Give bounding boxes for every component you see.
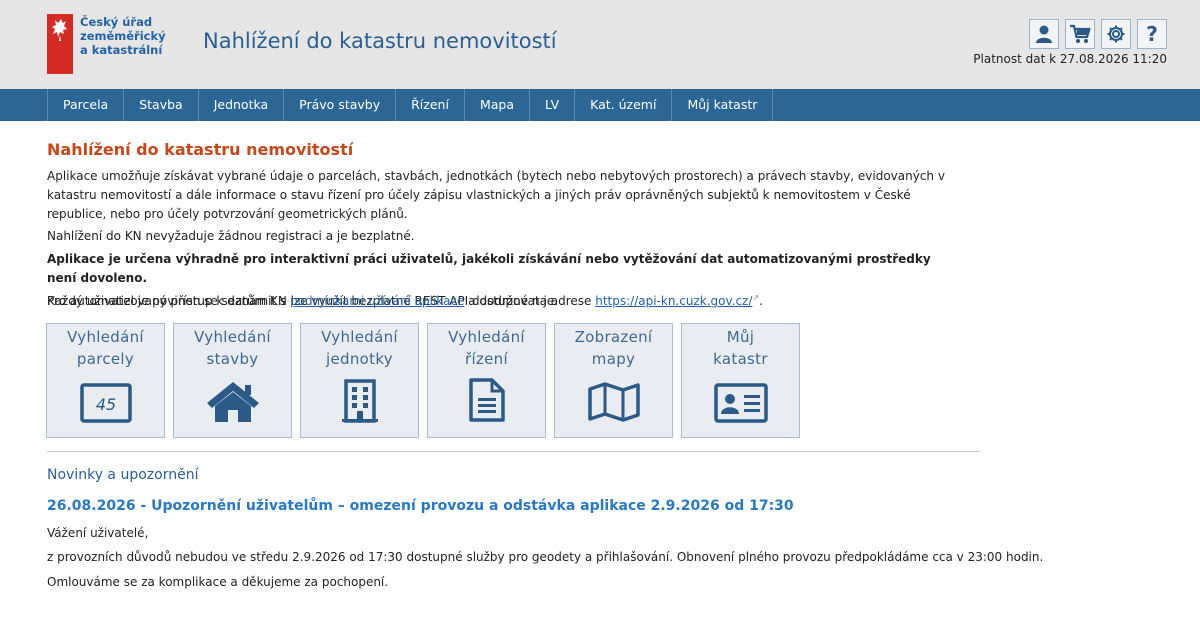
tile-search-parcel[interactable]: Vyhledání parcely 45 [46,323,165,438]
nav-mapa[interactable]: Mapa [465,89,530,121]
data-validity: Platnost dat k 27.08.2026 11:20 [973,52,1167,66]
news-heading: Novinky a upozornění [47,467,199,483]
nav-muj-katastr[interactable]: Můj katastr [672,89,774,121]
gear-icon [1107,25,1125,43]
quick-tiles: Vyhledání parcely 45 Vyhledání stavby Vy… [46,323,800,438]
news-greeting: Vážení uživatelé, [47,526,149,540]
parcel-number-icon: 45 [47,383,164,423]
settings-button[interactable] [1101,19,1131,49]
help-button[interactable]: ? [1137,19,1167,49]
tile-label-line1: Zobrazení [574,328,653,346]
org-name[interactable]: Český úřad zeměměřický a katastrální [80,15,166,57]
tile-label-line2: mapy [591,350,636,368]
parcel-badge: 45 [95,395,115,414]
tile-label-line2: stavby [206,350,259,368]
tile-label-line1: Vyhledání [321,328,398,346]
header-toolbar: ? [1029,19,1167,49]
nav-kat-uzemi[interactable]: Kat. území [575,89,673,121]
terms-prefix: Každý uživatel je povinen se seznámit s [47,294,291,308]
app-title[interactable]: Nahlížení do katastru nemovitostí [203,29,557,53]
cart-button[interactable] [1065,19,1095,49]
id-card-icon [682,383,799,423]
tile-label-line2: jednotky [326,350,393,368]
tile-search-proceeding[interactable]: Vyhledání řízení [427,323,546,438]
tile-label-line2: parcely [76,350,135,368]
nav-jednotka[interactable]: Jednotka [199,89,285,121]
page-title: Nahlížení do katastru nemovitostí [47,140,354,159]
lion-emblem-icon [52,19,67,41]
nav-pravo-stavby[interactable]: Právo stavby [284,89,397,121]
main-nav: Parcela Stavba Jednotka Právo stavby Říz… [0,89,1200,121]
tile-label-line2: katastr [713,350,768,368]
nav-stavba[interactable]: Stavba [124,89,199,121]
org-line-2: zeměměřický [80,29,166,43]
org-line-3: a katastrální [80,43,163,57]
tile-label-line1: Vyhledání [67,328,144,346]
document-icon [428,377,545,423]
terms-suffix: a dodržovat je. [464,294,558,308]
cart-icon [1070,24,1091,43]
map-icon [555,381,672,423]
free-access-text: Nahlížení do KN nevyžaduje žádnou regist… [47,229,415,243]
tile-label-line1: Můj [726,328,755,346]
nav-lv[interactable]: LV [530,89,576,121]
news-closing: Omlouváme se za komplikace a děkujeme za… [47,575,389,589]
tile-label-line2: řízení [465,350,508,368]
help-icon: ? [1146,22,1158,46]
building-icon [301,379,418,423]
tile-my-cadastre[interactable]: Můj katastr [681,323,800,438]
warning-bold-text: Aplikace je určena výhradně pro interakt… [47,252,931,285]
intro-text: Aplikace umožňuje získávat vybrané údaje… [47,169,945,221]
user-button[interactable] [1029,19,1059,49]
tile-search-building[interactable]: Vyhledání stavby [173,323,292,438]
tile-label-line1: Vyhledání [194,328,271,346]
tile-show-map[interactable]: Zobrazení mapy [554,323,673,438]
nav-parcela[interactable]: Parcela [48,89,125,121]
news-title: 26.08.2026 - Upozornění uživatelům – ome… [47,498,794,514]
tile-search-unit[interactable]: Vyhledání jednotky [300,323,419,438]
tile-label-line1: Vyhledání [448,328,525,346]
header: Český úřad zeměměřický a katastrální Nah… [0,0,1200,89]
terms-link[interactable]: podmínkami užívání aplikace [290,294,464,308]
divider [47,451,980,452]
news-body: z provozních důvodů nebudou ve středu 2.… [47,550,1044,564]
house-icon [174,379,291,423]
org-line-1: Český úřad [80,15,153,29]
nav-rizeni[interactable]: Řízení [396,89,465,121]
user-icon [1036,25,1052,43]
cuzk-logo[interactable] [47,14,73,74]
terms-text: Každý uživatel je povinen se seznámit s … [47,292,957,311]
